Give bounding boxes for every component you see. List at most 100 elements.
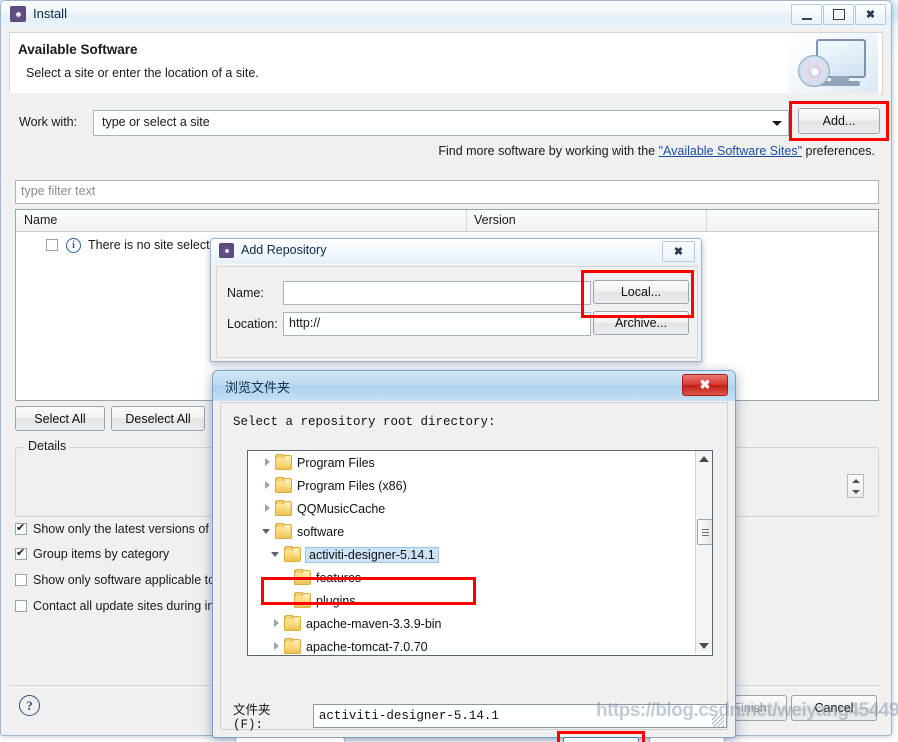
tree-item-activiti-designer[interactable]: activiti-designer-5.14.1	[248, 543, 694, 566]
chevron-down-icon[interactable]	[772, 121, 782, 126]
folder-icon	[284, 638, 301, 654]
folder-tree[interactable]: Program Files Program Files (x86) QQMusi…	[247, 450, 713, 656]
browse-folder-body: Select a repository root directory: Prog…	[220, 402, 728, 742]
find-more-software-text: Find more software by working with the "…	[9, 144, 881, 158]
page-title: Available Software	[18, 42, 138, 57]
repo-location-label: Location:	[227, 317, 278, 331]
column-divider[interactable]	[706, 210, 707, 231]
chevron-down-icon[interactable]	[271, 549, 282, 560]
filter-input[interactable]: type filter text	[15, 180, 879, 204]
folder-icon	[275, 454, 292, 470]
tree-item-label: Program Files	[297, 455, 375, 470]
repo-location-input[interactable]: http://	[283, 312, 591, 336]
find-more-prefix: Find more software by working with the	[438, 144, 659, 158]
folder-field-label: 文件夹 (F):	[233, 704, 271, 732]
tree-item-features[interactable]: features	[248, 566, 694, 589]
option-checkbox[interactable]	[15, 521, 27, 535]
page-header: Available Software Select a site or ente…	[9, 32, 883, 95]
option-label: Group items by category	[33, 547, 170, 561]
cancel-button-zh[interactable]: 取消	[649, 737, 725, 742]
option-group-by-category[interactable]: Group items by category	[15, 546, 170, 561]
repo-name-input[interactable]	[283, 281, 591, 305]
folder-icon	[284, 615, 301, 631]
work-with-combo[interactable]: type or select a site	[93, 110, 789, 136]
tree-item-label: activiti-designer-5.14.1	[305, 546, 439, 563]
table-header: Name Version	[16, 210, 878, 232]
tree-item-plugins[interactable]: plugins	[248, 589, 694, 612]
add-repository-titlebar: Add Repository ✖	[211, 239, 701, 264]
tree-item-label: Program Files (x86)	[297, 478, 407, 493]
tree-item-apache-maven[interactable]: apache-maven-3.3.9-bin	[248, 612, 694, 635]
tree-scrollbar[interactable]	[695, 451, 712, 653]
tree-item-program-files[interactable]: Program Files	[248, 451, 694, 474]
add-repository-dialog: Add Repository ✖ Name: Local... Location…	[210, 238, 702, 362]
cancel-button[interactable]: Cancel	[791, 695, 877, 721]
row-checkbox[interactable]	[46, 239, 58, 251]
tree-item-label: features	[316, 570, 362, 585]
deselect-all-button[interactable]: Deselect All	[111, 406, 205, 431]
screenshot-root: Install ✖ Available Software Select a si…	[0, 0, 898, 742]
local-button[interactable]: Local...	[593, 280, 689, 304]
tree-item-software[interactable]: software	[248, 520, 694, 543]
add-button[interactable]: Add...	[798, 108, 880, 134]
chevron-down-icon[interactable]	[262, 526, 273, 537]
info-icon: i	[66, 237, 81, 253]
work-with-input[interactable]: type or select a site	[102, 115, 210, 129]
scroll-down-icon[interactable]	[696, 638, 712, 653]
tree-item-program-files-x86[interactable]: Program Files (x86)	[248, 474, 694, 497]
option-checkbox[interactable]	[15, 546, 27, 560]
minimize-button[interactable]	[791, 4, 822, 25]
resize-grip[interactable]	[712, 715, 724, 727]
help-icon[interactable]: ?	[19, 695, 40, 716]
folder-icon	[275, 523, 292, 539]
tree-item-label: plugins	[316, 593, 356, 608]
available-software-sites-link[interactable]: "Available Software Sites"	[659, 144, 802, 158]
scroll-up-icon[interactable]	[696, 451, 712, 466]
select-all-button[interactable]: Select All	[15, 406, 105, 431]
folder-icon	[275, 500, 292, 516]
chevron-right-icon[interactable]	[271, 618, 282, 629]
folder-icon	[284, 546, 301, 562]
column-divider[interactable]	[466, 210, 467, 231]
close-icon[interactable]: ✖	[855, 4, 886, 25]
browse-folder-title: 浏览文件夹	[225, 380, 291, 395]
column-header-name[interactable]: Name	[24, 213, 57, 227]
folder-tree-content: Program Files Program Files (x86) QQMusi…	[248, 451, 694, 655]
close-icon[interactable]: ✖	[682, 374, 728, 396]
row-label: There is no site selected.	[88, 238, 227, 252]
tree-item-label: QQMusicCache	[297, 501, 386, 516]
filter-placeholder: type filter text	[21, 184, 96, 198]
option-checkbox[interactable]	[15, 600, 27, 612]
install-titlebar: Install ✖	[1, 1, 891, 28]
tree-item-apache-tomcat[interactable]: apache-tomcat-7.0.70	[248, 635, 694, 655]
tree-item-qqmusiccache[interactable]: QQMusicCache	[248, 497, 694, 520]
chevron-right-icon[interactable]	[271, 641, 282, 652]
find-more-suffix: preferences.	[802, 144, 876, 158]
scrollbar-thumb[interactable]	[697, 519, 712, 545]
close-icon[interactable]: ✖	[662, 241, 695, 262]
chevron-right-icon[interactable]	[262, 480, 273, 491]
eclipse-install-icon	[10, 6, 26, 22]
folder-name-row: 文件夹 (F): activiti-designer-5.14.1	[233, 699, 727, 732]
maximize-button[interactable]	[823, 4, 854, 25]
cd-disc-icon	[798, 55, 830, 87]
tree-item-label: apache-maven-3.3.9-bin	[306, 616, 442, 631]
archive-button[interactable]: Archive...	[593, 311, 689, 335]
chevron-right-icon[interactable]	[262, 503, 273, 514]
new-folder-button[interactable]: 新建文件夹 (M)	[235, 737, 345, 742]
eclipse-repo-icon	[219, 243, 234, 258]
tree-item-label: apache-tomcat-7.0.70	[306, 639, 428, 654]
repo-location-value: http://	[289, 316, 321, 330]
option-checkbox[interactable]	[15, 574, 27, 586]
chevron-right-icon[interactable]	[262, 457, 273, 468]
details-label: Details	[24, 439, 71, 453]
window-title: Install	[33, 6, 67, 21]
ok-button[interactable]: 确定	[563, 737, 639, 742]
work-with-section: Work with: type or select a site Add... …	[9, 93, 889, 175]
folder-name-input[interactable]: activiti-designer-5.14.1	[312, 703, 727, 728]
details-scroll-spinner[interactable]	[847, 474, 864, 498]
column-header-version[interactable]: Version	[474, 213, 516, 227]
header-artwork	[788, 33, 878, 93]
repo-name-label: Name:	[227, 286, 264, 300]
folder-icon	[294, 592, 311, 608]
